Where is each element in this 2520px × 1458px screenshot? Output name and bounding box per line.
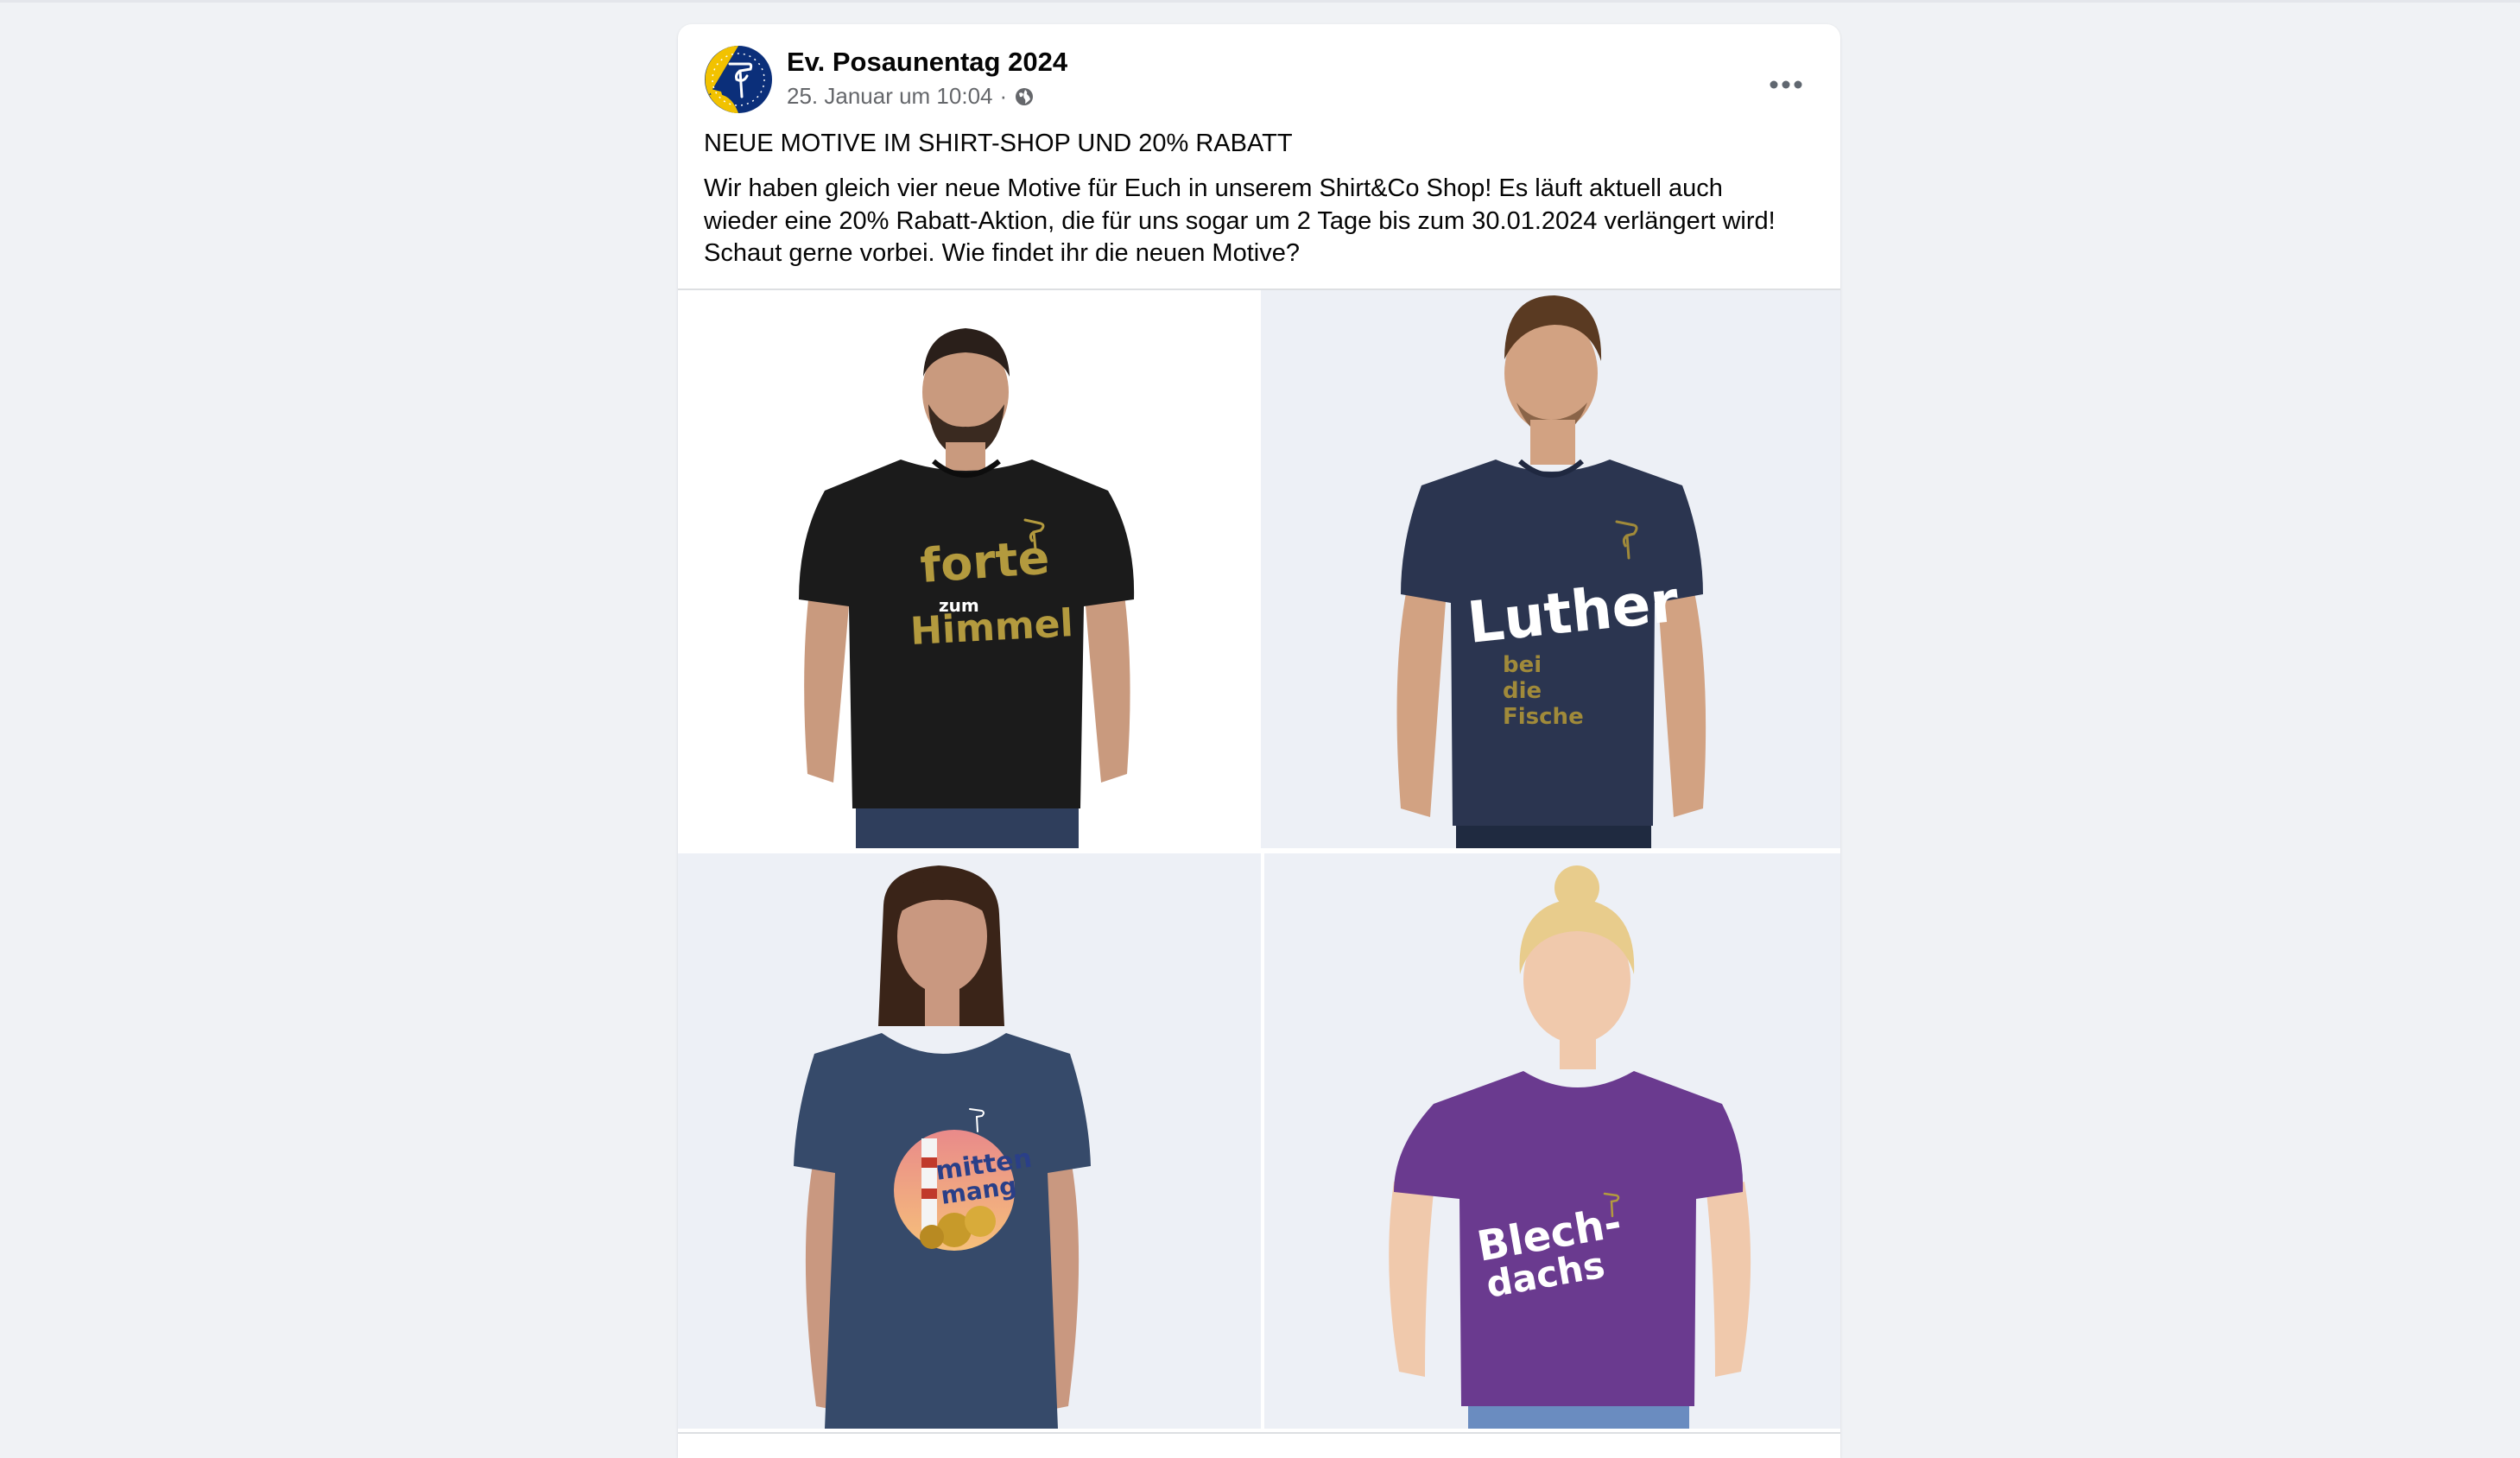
page-avatar[interactable] [704,45,773,114]
photo-blechdachs[interactable]: Blech- dachs [1264,853,1840,1429]
top-divider [0,0,2520,3]
print-line-die: die [1503,678,1542,704]
post-text: Wir haben gleich vier neue Motive für Eu… [704,174,1776,267]
post-timestamp[interactable]: 25. Januar um 10:04 [787,83,993,110]
post-meta: 25. Januar um 10:04 · [787,83,1035,110]
meta-separator: · [999,83,1008,109]
print-line-bei: bei [1503,652,1542,678]
photo-grid: forte zum Himmel Luther bei die Fische m… [678,290,1840,1458]
post-headline: NEUE MOTIVE IM SHIRT-SHOP UND 20% RABATT [704,130,1293,157]
print-line-himmel: Himmel [909,601,1074,654]
photo-forte-zum-himmel[interactable]: forte zum Himmel [678,290,1257,848]
photo-mitten-mang[interactable]: mitten mang [678,853,1261,1429]
posaunentag-logo [705,46,772,113]
globe-icon [1014,86,1035,107]
print-line-fische: Fische [1503,704,1584,730]
more-options-icon [1770,80,1802,89]
photo-luther-bei-die-fische[interactable]: Luther bei die Fische [1261,290,1840,848]
post-bottom-divider [678,1432,1840,1434]
page-name-link[interactable]: Ev. Posaunentag 2024 [787,47,1067,78]
more-options-button[interactable] [1762,69,1810,100]
facebook-post: Ev. Posaunentag 2024 25. Januar um 10:04… [678,24,1840,1458]
